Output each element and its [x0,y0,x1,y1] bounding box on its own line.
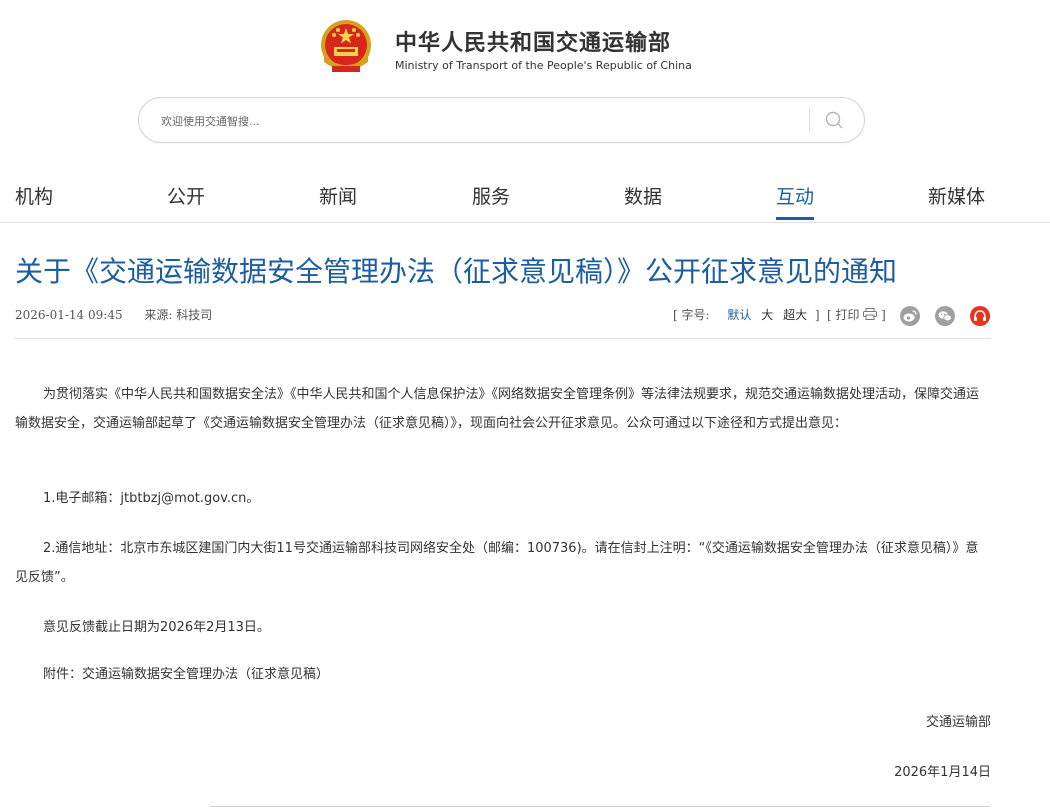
share-wechat-button[interactable] [935,306,955,326]
share-button[interactable] [970,306,990,326]
nav-item-xinmeiti[interactable]: 新媒体 [928,182,985,220]
nav-item-shuju[interactable]: 数据 [624,182,662,220]
search-divider [809,108,810,132]
site-header: 中华人民共和国交通运输部 Ministry of Transport of th… [0,0,1050,230]
search-icon [825,111,843,129]
article-title: 关于《交通运输数据安全管理办法（征求意见稿）》公开征求意见的通知 [15,255,898,288]
search-box [138,97,865,143]
font-size-xlarge[interactable]: 超大 [783,308,807,322]
font-size-default[interactable]: 默认 [727,308,751,322]
site-name-en: Ministry of Transport of the People's Re… [395,59,692,72]
article-meta: 2026-01-14 09:45 来源: 科技司 [15,306,230,323]
nav-item-xinwen[interactable]: 新闻 [319,182,357,220]
font-size-label: [ 字号: [673,308,710,322]
title-divider [15,338,991,339]
publish-date: 2026-01-14 09:45 [15,308,123,322]
nav-item-gongkai[interactable]: 公开 [167,182,205,220]
print-button[interactable]: [ 打印 ] [827,306,886,323]
print-label: [ 打印 [827,308,860,322]
weibo-icon [903,310,917,322]
nav-item-fuwu[interactable]: 服务 [472,182,510,220]
print-icon [863,308,878,320]
wechat-icon [938,311,952,322]
font-size-control: [ 字号: 默认 大 超大 ] [673,306,820,323]
nav-item-hudong[interactable]: 互动 [776,182,815,220]
font-size-large[interactable]: 大 [761,308,773,322]
nav-item-jigou[interactable]: 机构 [15,182,53,220]
search-input[interactable] [159,110,803,132]
attachment-link[interactable]: 附件：交通运输数据安全管理办法（征求意见稿） [15,660,991,689]
address-item: 2.通信地址：北京市东城区建国门内大街11号交通运输部科技司网络安全处（邮编：1… [15,541,979,585]
site-name-cn[interactable]: 中华人民共和国交通运输部 [395,25,671,57]
email-item: 1.电子邮箱：jtbtbzj@mot.gov.cn。 [43,491,260,506]
share-weibo-button[interactable] [900,306,920,326]
search-button[interactable] [819,107,849,135]
national-emblem-icon [321,20,371,72]
share-icon [974,310,986,321]
print-close: ] [881,308,886,322]
footer-divider [210,806,990,807]
font-size-close: ] [814,308,820,322]
sign-date: 2026年1月14日 [894,765,991,780]
main-nav: 机构 公开 新闻 服务 数据 互动 新媒体 [0,170,1050,223]
deadline-paragraph: 意见反馈截止日期为2026年2月13日。 [43,620,270,635]
signature: 交通运输部 [925,715,991,730]
article-source: 来源: 科技司 [144,308,213,322]
intro-paragraph: 为贯彻落实《中华人民共和国数据安全法》《中华人民共和国个人信息保护法》《网络数据… [15,387,980,431]
